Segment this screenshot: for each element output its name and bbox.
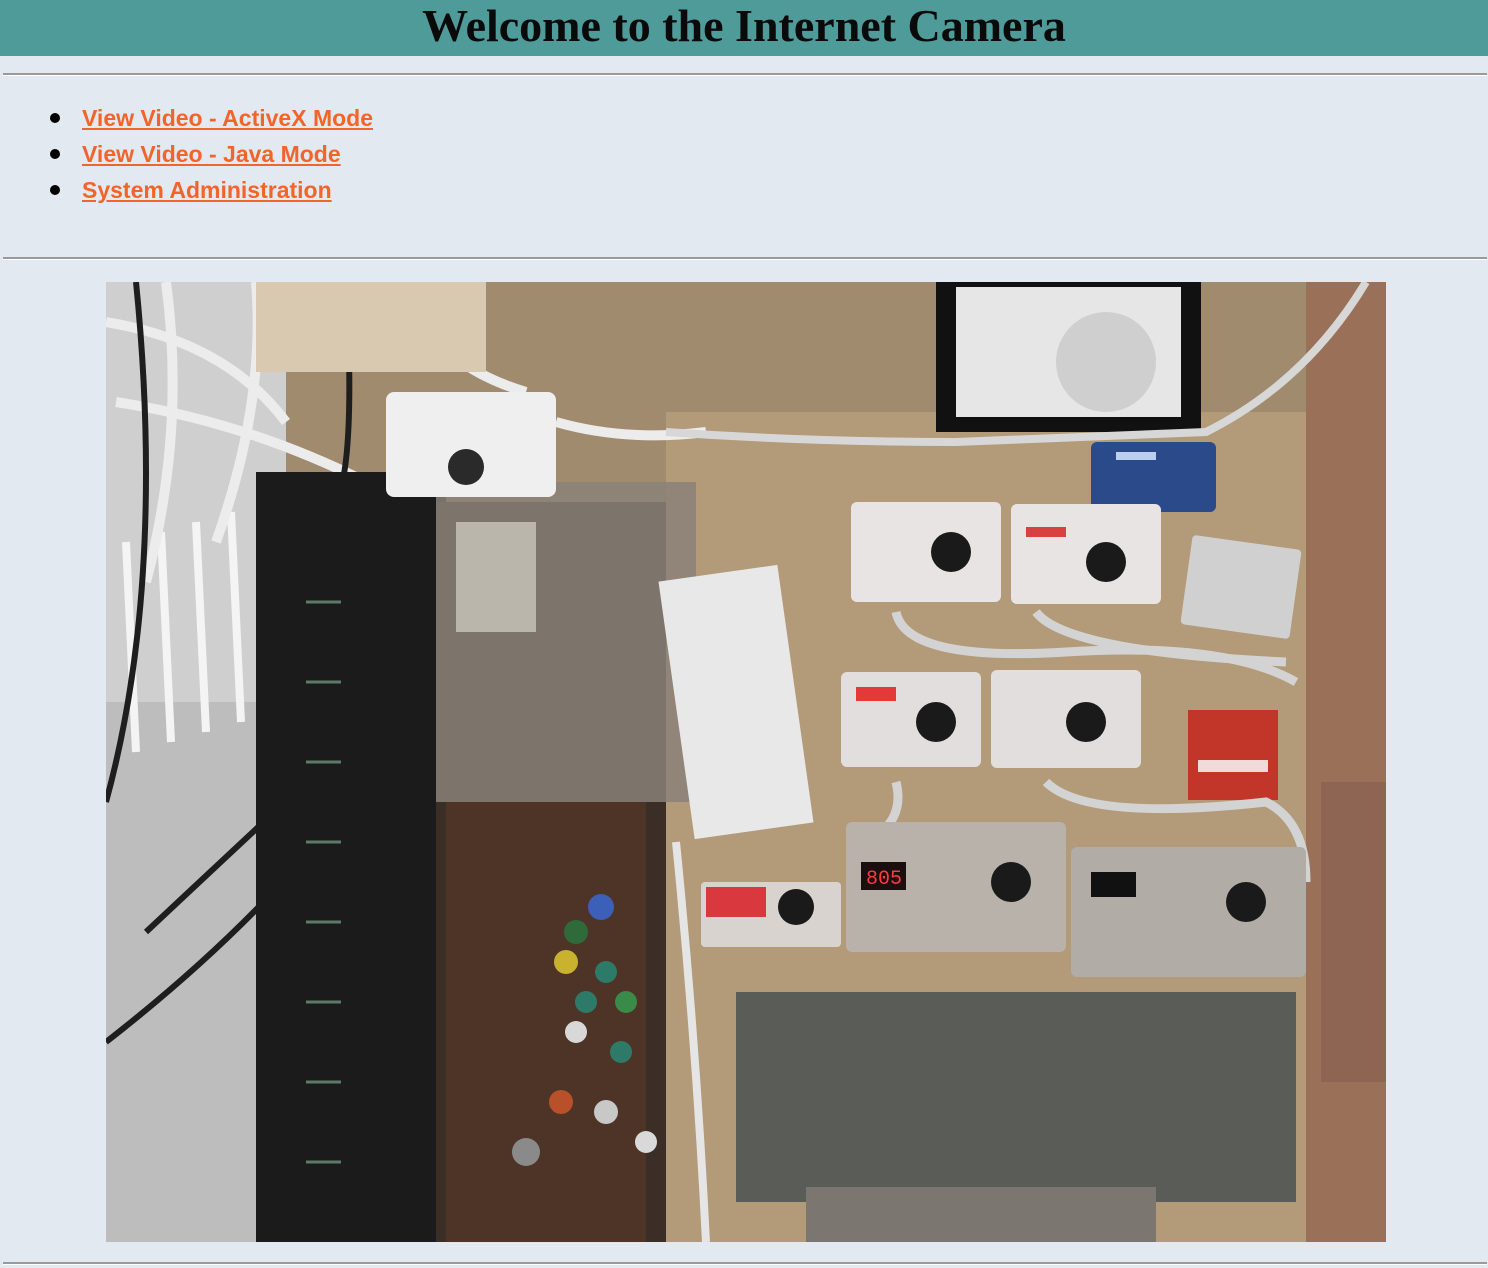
divider-bottom <box>3 1262 1487 1265</box>
bullet-icon <box>50 185 60 195</box>
display-readout: 805 <box>866 868 902 891</box>
bullet-icon <box>50 149 60 159</box>
divider-middle <box>3 257 1487 260</box>
divider-top <box>3 73 1487 76</box>
view-video-activex-link[interactable]: View Video - ActiveX Mode <box>82 100 373 136</box>
page-title: Welcome to the Internet Camera <box>422 0 1066 51</box>
bullet-icon <box>50 113 60 123</box>
system-administration-link[interactable]: System Administration <box>82 172 332 208</box>
title-bar: Welcome to the Internet Camera <box>0 0 1488 56</box>
view-video-java-link[interactable]: View Video - Java Mode <box>82 136 341 172</box>
camera-snapshot: 805 <box>106 282 1386 1242</box>
